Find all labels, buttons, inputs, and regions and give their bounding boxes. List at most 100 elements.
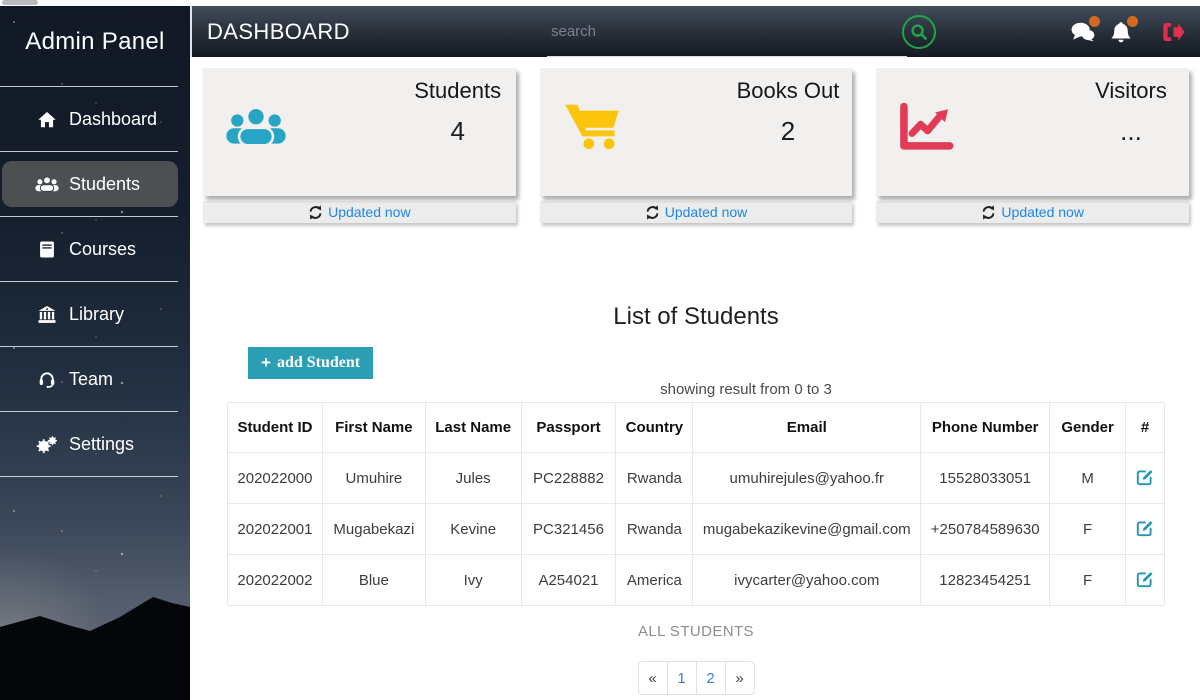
cell-edit: [1126, 504, 1165, 555]
cell-last-name: Kevine: [425, 504, 521, 555]
table-header-row: Student ID First Name Last Name Passport…: [228, 403, 1165, 453]
cell-phone: 12823454251: [921, 555, 1050, 606]
pagination-next[interactable]: »: [725, 661, 755, 695]
add-student-label: add Student: [277, 354, 360, 372]
pagination: « 1 2 »: [227, 661, 1165, 695]
card-footer: Updated now: [540, 201, 853, 223]
col-header: Student ID: [228, 403, 323, 453]
cell-country: America: [616, 555, 693, 606]
users-icon: [225, 104, 287, 153]
card-footer: Updated now: [203, 201, 516, 223]
card-value: ...: [1086, 116, 1176, 147]
card-label: Visitors: [1086, 78, 1176, 104]
bank-icon: [34, 304, 60, 324]
sidebar-item-label: Library: [69, 304, 124, 325]
notifications-button[interactable]: [1108, 19, 1134, 45]
edit-icon: [1136, 468, 1154, 486]
mountain-silhouette: [0, 595, 190, 700]
notifications-badge: [1127, 16, 1138, 27]
messages-button[interactable]: [1070, 19, 1096, 45]
sidebar-item-courses[interactable]: Courses: [0, 226, 178, 272]
stat-card-visitors: Visitors ... Updated now: [876, 68, 1189, 223]
search-input[interactable]: [547, 6, 907, 57]
card-updated-link[interactable]: Updated now: [665, 204, 748, 220]
cell-gender: M: [1050, 453, 1126, 504]
stat-card: Visitors ...: [876, 68, 1189, 196]
table-row: 202022002 Blue Ivy A254021 America ivyca…: [228, 555, 1165, 606]
card-label: Books Out: [737, 78, 840, 104]
edit-icon: [1136, 519, 1154, 537]
refresh-icon: [645, 205, 660, 220]
refresh-icon: [981, 205, 996, 220]
main-content: Students 4 Updated now: [190, 57, 1200, 700]
page-title: DASHBOARD: [192, 19, 350, 45]
search-button[interactable]: [902, 15, 936, 49]
refresh-icon: [308, 205, 323, 220]
card-label: Students: [413, 78, 503, 104]
table-row: 202022000 Umuhire Jules PC228882 Rwanda …: [228, 453, 1165, 504]
sidebar-item-library[interactable]: Library: [0, 291, 178, 337]
col-header: Gender: [1050, 403, 1126, 453]
edit-student-button[interactable]: [1134, 517, 1156, 539]
stat-card: Students 4: [203, 68, 516, 196]
book-icon: [34, 239, 60, 259]
cart-icon: [562, 98, 622, 155]
users-icon: [34, 174, 60, 194]
cell-gender: F: [1050, 504, 1126, 555]
sidebar-item-students[interactable]: Students: [2, 161, 178, 207]
card-updated-link[interactable]: Updated now: [1001, 204, 1084, 220]
sidebar-divider: [0, 216, 178, 217]
stat-card-books-out: Books Out 2 Updated now: [540, 68, 853, 223]
cell-phone: 15528033051: [921, 453, 1050, 504]
card-updated-link[interactable]: Updated now: [328, 204, 411, 220]
col-header: Email: [693, 403, 921, 453]
topbar-actions: [1070, 6, 1186, 57]
edit-student-button[interactable]: [1134, 466, 1156, 488]
sidebar-item-label: Courses: [69, 239, 136, 260]
sidebar-divider: [0, 411, 178, 412]
pagination-page-1[interactable]: 1: [667, 661, 697, 695]
pagination-page-2[interactable]: 2: [696, 661, 726, 695]
chart-line-icon: [898, 102, 954, 157]
gears-icon: [34, 434, 60, 454]
sidebar-item-team[interactable]: Team: [0, 356, 178, 402]
search-field-wrap: [547, 6, 907, 57]
headset-icon: [34, 369, 60, 389]
cell-edit: [1126, 453, 1165, 504]
add-student-button[interactable]: + add Student: [248, 347, 373, 379]
sidebar-divider: [0, 151, 178, 152]
stat-card: Books Out 2: [540, 68, 853, 196]
col-header: First Name: [322, 403, 425, 453]
card-value: 4: [413, 116, 503, 147]
edit-icon: [1136, 570, 1154, 588]
cell-email: umuhirejules@yahoo.fr: [693, 453, 921, 504]
cell-last-name: Jules: [425, 453, 521, 504]
students-section: List of Students + add Student showing r…: [227, 303, 1165, 695]
edit-student-button[interactable]: [1134, 568, 1156, 590]
col-header: Country: [616, 403, 693, 453]
cell-first-name: Mugabekazi: [322, 504, 425, 555]
pagination-prev[interactable]: «: [638, 661, 668, 695]
card-text: Visitors ...: [1086, 78, 1176, 147]
sidebar-item-dashboard[interactable]: Dashboard: [0, 96, 178, 142]
cell-phone: +250784589630: [921, 504, 1050, 555]
cell-student-id: 202022000: [228, 453, 323, 504]
sidebar-item-label: Dashboard: [69, 109, 157, 130]
section-heading: List of Students: [227, 303, 1165, 331]
all-students-label: ALL STUDENTS: [227, 623, 1165, 640]
sidebar: Admin Panel Dashboard Students: [0, 0, 190, 700]
cell-edit: [1126, 555, 1165, 606]
cell-passport: PC321456: [521, 504, 616, 555]
cell-passport: PC228882: [521, 453, 616, 504]
stat-card-students: Students 4 Updated now: [203, 68, 516, 223]
stat-cards-row: Students 4 Updated now: [190, 57, 1200, 223]
sidebar-item-label: Students: [69, 174, 140, 195]
sidebar-divider: [0, 346, 178, 347]
sidebar-item-settings[interactable]: Settings: [0, 421, 178, 467]
top-scroll-pill: [2, 0, 38, 5]
top-strip: [0, 0, 1200, 6]
plus-icon: +: [261, 353, 271, 373]
card-text: Students 4: [413, 78, 503, 147]
sidebar-divider: [0, 86, 178, 87]
logout-button[interactable]: [1160, 19, 1186, 45]
